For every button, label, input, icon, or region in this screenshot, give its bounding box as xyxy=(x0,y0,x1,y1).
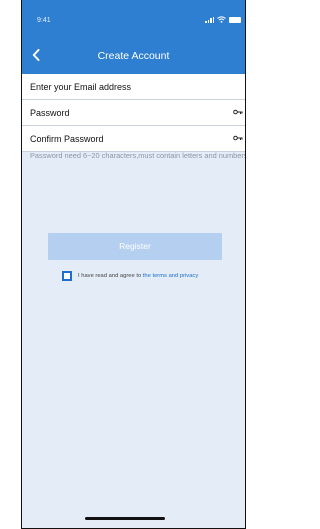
signal-icon xyxy=(205,16,214,23)
terms-link[interactable]: the terms and privacy xyxy=(143,273,198,279)
battery-icon xyxy=(229,17,241,23)
status-icons xyxy=(205,16,241,23)
register-button[interactable]: Register xyxy=(48,233,222,260)
password-row xyxy=(22,100,245,126)
password-input[interactable] xyxy=(22,100,245,125)
app-header: 9:41 Create Account xyxy=(22,0,245,74)
key-icon[interactable] xyxy=(233,135,243,143)
key-icon[interactable] xyxy=(233,109,243,117)
agreement-row: I have read and agree to the terms and p… xyxy=(62,271,198,281)
phone-screen: 9:41 Create Account Enter your Email add… xyxy=(21,0,246,529)
nav-bar: Create Account xyxy=(22,44,245,70)
agreement-label: I have read and agree to xyxy=(78,273,142,279)
password-hint: Password need 6~20 characters,must conta… xyxy=(30,151,246,160)
status-time: 9:41 xyxy=(37,17,51,24)
home-indicator xyxy=(85,517,165,520)
signup-form xyxy=(22,74,245,152)
confirm-password-input[interactable] xyxy=(22,126,245,151)
confirm-password-row xyxy=(22,126,245,152)
page-title: Create Account xyxy=(97,50,170,62)
agreement-text: I have read and agree to the terms and p… xyxy=(78,273,198,279)
wifi-icon xyxy=(217,16,226,23)
email-row xyxy=(22,74,245,100)
status-bar: 9:41 xyxy=(22,0,245,30)
email-input[interactable] xyxy=(22,74,245,99)
agree-checkbox[interactable] xyxy=(62,271,72,281)
